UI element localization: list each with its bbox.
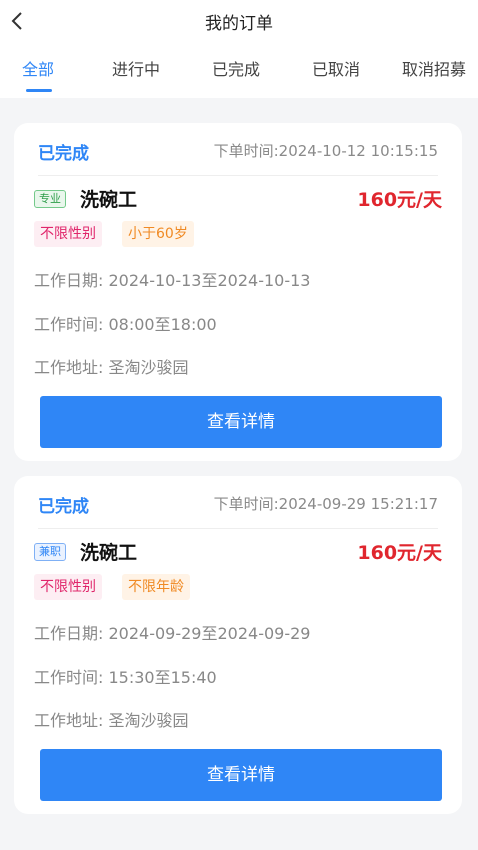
work-address-row: 工作地址: 圣淘沙骏园 [34, 707, 189, 731]
age-tag: 不限年龄 [122, 574, 190, 600]
work-address-label: 工作地址: [34, 711, 104, 730]
age-tag: 小于60岁 [122, 221, 194, 247]
view-details-button[interactable]: 查看详情 [40, 396, 442, 448]
order-card: 已完成 下单时间:2024-10-12 10:15:15 专业 洗碗工 160元… [14, 123, 462, 461]
work-address-row: 工作地址: 圣淘沙骏园 [34, 354, 189, 378]
divider [38, 175, 438, 176]
tab-all[interactable]: 全部 [22, 56, 54, 80]
work-time-row: 工作时间: 08:00至18:00 [34, 311, 217, 335]
work-time-value: 15:30至15:40 [108, 668, 217, 687]
work-date-label: 工作日期: [34, 271, 104, 290]
tab-cancel-recruit[interactable]: 取消招募 [402, 56, 466, 80]
app-root: 我的订单 全部 进行中 已完成 已取消 取消招募 已完成 下单时间:2024-1… [0, 0, 478, 850]
view-details-button[interactable]: 查看详情 [40, 749, 442, 801]
work-date-value: 2024-09-29至2024-09-29 [108, 624, 311, 643]
work-address-label: 工作地址: [34, 358, 104, 377]
order-status: 已完成 [38, 497, 89, 517]
job-type-badge: 专业 [34, 190, 66, 208]
order-status: 已完成 [38, 144, 89, 164]
work-address-value: 圣淘沙骏园 [108, 358, 189, 377]
work-date-row: 工作日期: 2024-10-13至2024-10-13 [34, 267, 310, 291]
order-time: 下单时间:2024-09-29 15:21:17 [213, 495, 438, 513]
gender-tag: 不限性别 [34, 574, 102, 600]
work-date-row: 工作日期: 2024-09-29至2024-09-29 [34, 620, 310, 644]
work-address-value: 圣淘沙骏园 [108, 711, 189, 730]
tab-completed[interactable]: 已完成 [212, 56, 260, 80]
header: 我的订单 全部 进行中 已完成 已取消 取消招募 [0, 0, 478, 98]
work-date-value: 2024-10-13至2024-10-13 [108, 271, 311, 290]
tab-in-progress[interactable]: 进行中 [112, 56, 160, 80]
job-price: 160元/天 [357, 189, 442, 211]
page-title: 我的订单 [205, 14, 273, 34]
job-title: 洗碗工 [80, 542, 138, 564]
work-time-row: 工作时间: 15:30至15:40 [34, 664, 217, 688]
job-price: 160元/天 [357, 542, 442, 564]
order-card: 已完成 下单时间:2024-09-29 15:21:17 兼职 洗碗工 160元… [14, 476, 462, 814]
gender-tag: 不限性别 [34, 221, 102, 247]
divider [38, 528, 438, 529]
work-time-label: 工作时间: [34, 668, 104, 687]
active-tab-indicator [26, 89, 52, 92]
work-date-label: 工作日期: [34, 624, 104, 643]
job-type-badge: 兼职 [34, 543, 66, 561]
work-time-value: 08:00至18:00 [108, 315, 217, 334]
order-time: 下单时间:2024-10-12 10:15:15 [213, 142, 438, 160]
job-title: 洗碗工 [80, 189, 138, 211]
work-time-label: 工作时间: [34, 315, 104, 334]
tab-cancelled[interactable]: 已取消 [312, 56, 360, 80]
tab-bar: 全部 进行中 已完成 已取消 取消招募 [0, 56, 478, 92]
